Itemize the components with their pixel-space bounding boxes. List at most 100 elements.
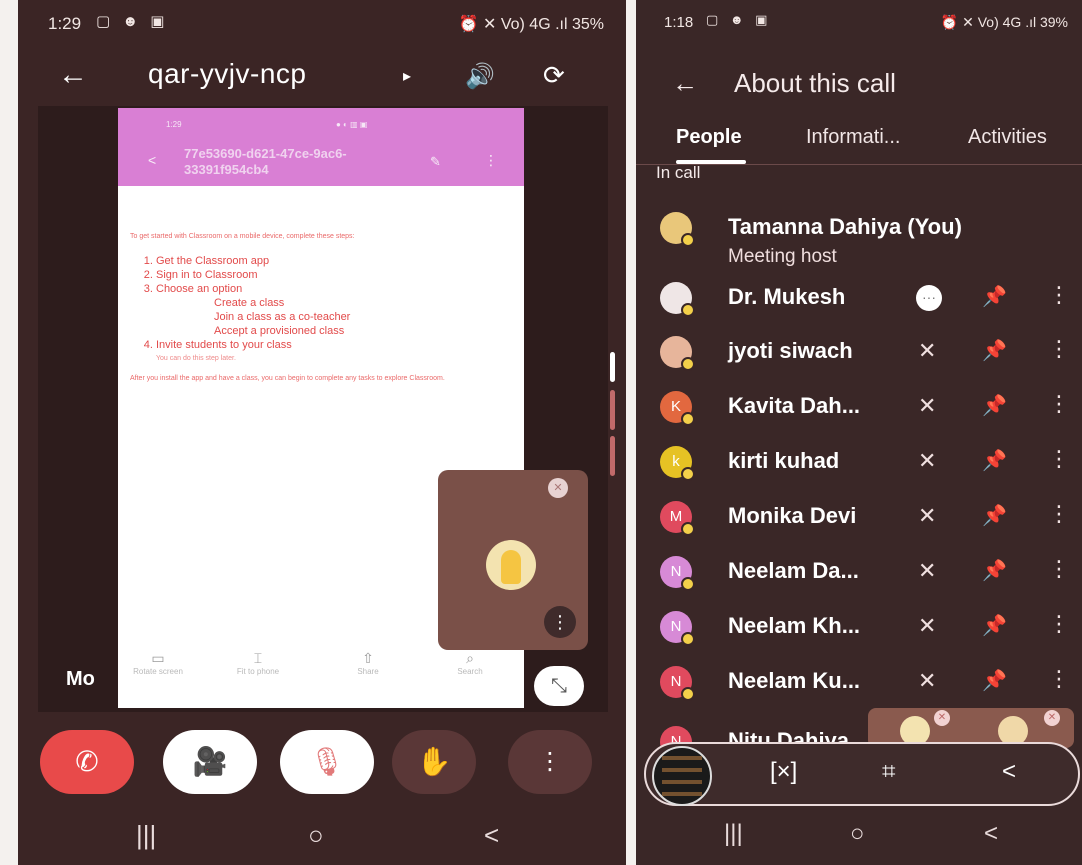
participant-row[interactable]: k kirti kuhad ✕ 📌 ⋮ — [636, 436, 1082, 490]
pin-icon[interactable]: 📌 — [982, 558, 1007, 583]
pin-icon[interactable]: 📌 — [982, 668, 1007, 693]
participant-row[interactable]: Dr. Mukesh ··· 📌 ⋮ — [636, 272, 1082, 326]
back-arrow-icon[interactable]: ← — [672, 68, 698, 99]
doc-invite-note: You can do this step later. — [156, 355, 236, 362]
collapse-button[interactable]: ⤡ — [534, 666, 584, 706]
recents-button[interactable]: ||| — [724, 820, 743, 848]
presence-dot — [681, 577, 695, 591]
pin-icon[interactable]: 📌 — [982, 284, 1007, 309]
pin-icon[interactable]: 📌 — [982, 503, 1007, 528]
participant-more-icon[interactable]: ⋮ — [1048, 611, 1070, 637]
participant-name: jyoti siwach — [728, 338, 853, 363]
tool-label: Search — [457, 667, 483, 676]
speaker-icon[interactable]: 🔊 — [465, 62, 495, 91]
pin-icon[interactable]: 📌 — [982, 393, 1007, 418]
meeting-code-title[interactable]: qar-yvjv-ncp — [148, 58, 306, 90]
share-icon[interactable]: < — [1002, 758, 1016, 786]
participant-more-icon[interactable]: ⋮ — [1048, 556, 1070, 582]
shared-status-icons: ● ◐ ▥ ▣ — [336, 120, 368, 129]
self-video-tile[interactable]: ✕ ⋮ — [438, 470, 588, 650]
fit-to-phone-tool: ⌶ Fit to phone — [218, 650, 298, 676]
participant-more-icon[interactable]: ⋮ — [1048, 446, 1070, 472]
status-bar: 1:29 ▢ ☻ ▣ ⏰ ✕ Vo) 4G .ıl 35% — [18, 0, 626, 40]
doc-step-text: Choose an option — [156, 283, 243, 295]
search-icon: ⌕ — [466, 650, 474, 666]
scroll-track — [610, 390, 615, 430]
pin-icon[interactable]: 📌 — [982, 338, 1007, 363]
participant-role: Meeting host — [728, 246, 837, 267]
tool-label: Rotate screen — [133, 667, 183, 676]
end-call-button[interactable]: ✆ — [40, 730, 134, 794]
status-right: ⏰ ✕ Vo) 4G .ıl 39% — [940, 14, 1068, 30]
mic-off-button[interactable]: 🎙 — [280, 730, 374, 794]
participant-name: Tamanna Dahiya (You) — [728, 214, 962, 239]
participant-more-icon[interactable]: ⋮ — [1048, 391, 1070, 417]
muted-mic-icon: ✕ — [918, 503, 937, 528]
avatar-initial: M — [669, 508, 683, 525]
participant-row[interactable]: N Neelam Da... ✕ 📌 ⋮ — [636, 546, 1082, 600]
avatar: N — [660, 666, 695, 701]
meet-call-screen: 1:29 ▢ ☻ ▣ ⏰ ✕ Vo) 4G .ıl 35% ← qar-yvjv… — [18, 0, 626, 865]
home-button[interactable]: ○ — [850, 820, 865, 848]
doc-step-text: Invite students to your class — [156, 339, 292, 351]
edit-icon: ✎ — [430, 154, 441, 169]
tile-more-button[interactable]: ⋮ — [544, 606, 576, 638]
doc-step: Invite students to your class You can do… — [156, 338, 515, 366]
search-tool: ⌕ Search — [430, 650, 510, 676]
avatar — [660, 336, 695, 371]
participant-row[interactable]: Tamanna Dahiya (You) Meeting host — [636, 202, 1082, 267]
muted-mic-icon: ✕ — [918, 448, 937, 473]
camera-off-button[interactable]: 🎥 — [163, 730, 257, 794]
screenshot-toolbar: [×] ⌗ < — [644, 742, 1080, 806]
presence-dot — [681, 522, 695, 536]
scan-icon[interactable]: [×] — [770, 758, 797, 786]
participant-row[interactable]: jyoti siwach ✕ 📌 ⋮ — [636, 326, 1082, 380]
avatar-initial: N — [670, 673, 682, 690]
avatar: N — [660, 611, 695, 646]
about-call-screen: 1:18 ▢ ☻ ▣ ⏰ ✕ Vo) 4G .ıl 39% ← About th… — [636, 0, 1082, 865]
screenshot-thumbnail[interactable] — [652, 746, 712, 806]
doc-option: Accept a provisioned class — [214, 325, 345, 337]
tab-information[interactable]: Informati... — [806, 126, 900, 149]
avatar — [660, 282, 695, 317]
recents-button[interactable]: ||| — [136, 820, 156, 851]
pin-icon[interactable]: 📌 — [982, 448, 1007, 473]
participant-name: Neelam Kh... — [728, 613, 861, 638]
rotate-screen-icon: ▭ — [151, 650, 165, 666]
nav-back-button[interactable]: < — [484, 820, 499, 851]
participant-row[interactable]: K Kavita Dah... ✕ 📌 ⋮ — [636, 381, 1082, 435]
scrollbar-thumb[interactable] — [610, 352, 615, 382]
participant-row[interactable]: N Neelam Kh... ✕ 📌 ⋮ — [636, 601, 1082, 655]
crop-edit-icon[interactable]: ⌗ — [882, 758, 896, 786]
participant-row[interactable]: N Neelam Ku... ✕ 📌 ⋮ — [636, 656, 1082, 710]
raise-hand-button[interactable]: ✋ — [392, 730, 476, 794]
shared-doc-toolbar: ▭ Rotate screen ⌶ Fit to phone ⇧ Share ⌕… — [118, 650, 524, 680]
more-options-button[interactable]: ⋮ — [508, 730, 592, 794]
participant-more-icon[interactable]: ⋮ — [1048, 666, 1070, 692]
home-button[interactable]: ○ — [308, 820, 324, 851]
caret-right-icon[interactable]: ▸ — [403, 66, 411, 86]
nav-back-button[interactable]: < — [984, 820, 998, 848]
back-arrow-icon[interactable]: ← — [58, 58, 88, 92]
status-bar: 1:18 ▢ ☻ ▣ ⏰ ✕ Vo) 4G .ıl 39% — [636, 0, 1082, 40]
status-icons: ▢ ☻ ▣ — [96, 13, 169, 30]
presence-dot — [681, 632, 695, 646]
shared-doc-body: To get started with Classroom on a mobil… — [130, 230, 515, 384]
presence-dot — [681, 687, 695, 701]
muted-mic-icon: ✕ — [934, 710, 950, 726]
switch-camera-icon[interactable]: ⟳ — [543, 60, 565, 91]
participant-more-icon[interactable]: ⋮ — [1048, 336, 1070, 362]
pin-icon[interactable]: 📌 — [982, 613, 1007, 638]
doc-step: Sign in to Classroom — [156, 268, 515, 282]
doc-steps: Get the Classroom app Sign in to Classro… — [130, 254, 515, 366]
presence-dot — [681, 233, 695, 247]
system-nav-bar: ||| ○ < — [18, 812, 626, 862]
participant-row[interactable]: M Monika Devi ✕ 📌 ⋮ — [636, 491, 1082, 545]
participant-more-icon[interactable]: ⋮ — [1048, 282, 1070, 308]
shared-status-time: 1:29 — [166, 120, 182, 129]
tab-activities[interactable]: Activities — [968, 126, 1047, 149]
tool-label: Fit to phone — [236, 667, 280, 676]
participant-more-icon[interactable]: ⋮ — [1048, 501, 1070, 527]
tab-people[interactable]: People — [676, 126, 742, 149]
status-right: ⏰ ✕ Vo) 4G .ıl 35% — [458, 16, 604, 33]
